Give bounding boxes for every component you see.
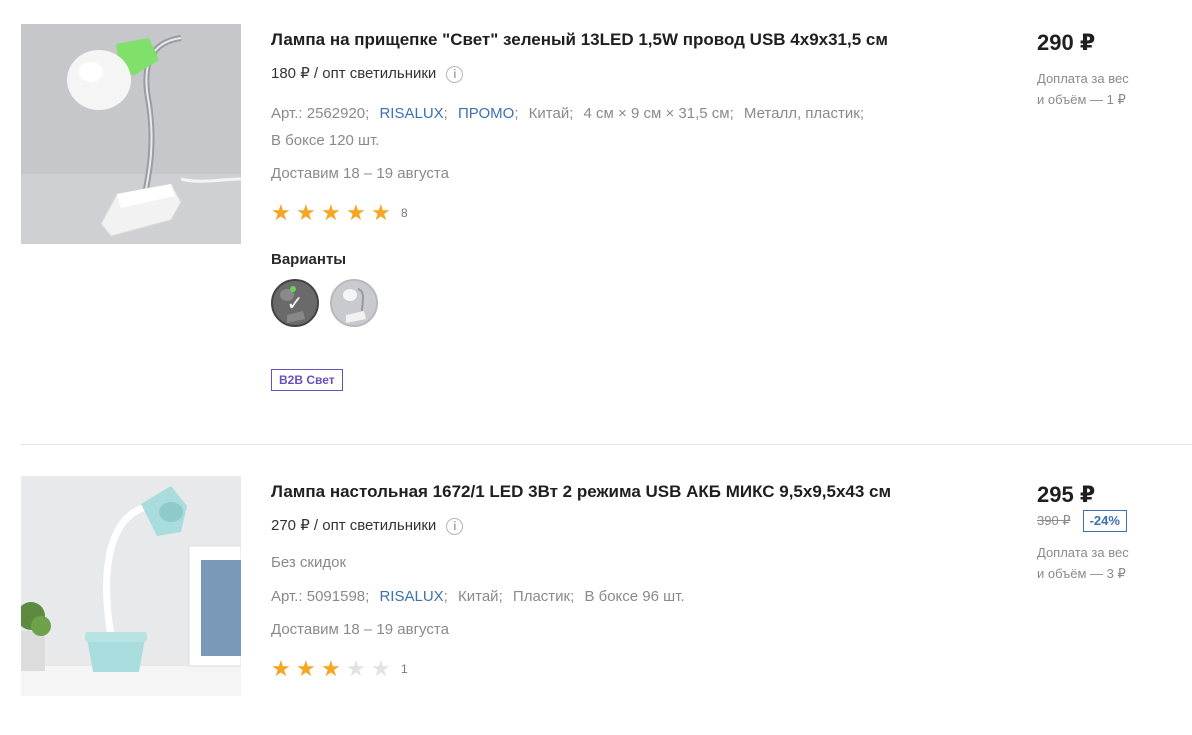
promo-link[interactable]: ПРОМО [458, 105, 514, 122]
box-quantity: В боксе 120 шт. [271, 132, 380, 149]
price-block: 295 ₽ 390 ₽ -24% Доплата за вес и объём … [1037, 476, 1187, 584]
category-badge[interactable]: B2B Свет [271, 369, 343, 391]
product-specs: Арт.: 5091598; RISALUX; Китай; Пластик; … [271, 588, 685, 605]
star-icon: ★ [346, 200, 366, 225]
material: Пластик [512, 588, 571, 605]
brand-link[interactable]: RISALUX [379, 588, 443, 605]
star-icon: ★ [321, 656, 341, 681]
variants-label: Варианты [271, 251, 347, 268]
surcharge-note: Доплата за вес и объём — 1 ₽ [1037, 68, 1187, 110]
old-price: 390 ₽ [1037, 513, 1071, 528]
product-image[interactable] [21, 476, 241, 696]
star-icon: ★ [371, 200, 391, 225]
product-card: Лампа на прищепке "Свет" зеленый 13LED 1… [21, 24, 1192, 444]
price: 290 ₽ [1037, 30, 1096, 55]
surcharge-note: Доплата за вес и объём — 3 ₽ [1037, 542, 1187, 584]
discount-badge: -24% [1082, 510, 1127, 532]
surcharge-line-2: и объём — 3 ₽ [1037, 566, 1126, 581]
variants-list: ✓ [271, 279, 971, 327]
article-number: Арт.: 2562920 [271, 105, 366, 122]
product-specs: Арт.: 2562920; RISALUX; ПРОМО; Китай; 4 … [271, 105, 864, 149]
star-icon: ★ [296, 200, 316, 225]
material: Металл, пластик [743, 105, 860, 122]
star-icon: ★ [321, 200, 341, 225]
surcharge-line-1: Доплата за вес [1037, 71, 1129, 86]
info-circle-icon[interactable]: i [446, 65, 464, 83]
wholesale-price: 270 ₽ / опт светильники i [271, 516, 971, 536]
surcharge-line-1: Доплата за вес [1037, 545, 1129, 560]
price-block: 290 ₽ Доплата за вес и объём — 1 ₽ [1037, 24, 1187, 110]
product-divider [21, 444, 1192, 445]
wholesale-price: 180 ₽ / опт светильники i [271, 64, 971, 84]
country: Китай [528, 105, 570, 122]
brand-link[interactable]: RISALUX [379, 105, 443, 122]
wholesale-price-text: 270 ₽ / опт светильники [271, 517, 437, 534]
rating-count[interactable]: 1 [401, 662, 408, 676]
variant-white[interactable] [330, 279, 378, 327]
country: Китай [458, 588, 499, 605]
star-icon: ★ [296, 656, 316, 681]
product-image[interactable] [21, 24, 241, 244]
product-card: Лампа настольная 1672/1 LED 3Вт 2 режима… [21, 476, 1192, 735]
article-number: Арт.: 5091598 [271, 588, 366, 605]
star-icon: ★ [371, 656, 391, 681]
rating[interactable]: ★ ★ ★ ★ ★ 8 [271, 202, 971, 224]
star-icon: ★ [271, 656, 291, 681]
star-icon: ★ [271, 200, 291, 225]
rating[interactable]: ★ ★ ★ ★ ★ 1 [271, 658, 971, 680]
old-price-row: 390 ₽ -24% [1037, 510, 1187, 532]
product-title[interactable]: Лампа настольная 1672/1 LED 3Вт 2 режима… [271, 482, 971, 502]
star-icon: ★ [346, 656, 366, 681]
checkmark-icon: ✓ [286, 292, 304, 315]
rating-count[interactable]: 8 [401, 206, 408, 220]
surcharge-line-2: и объём — 1 ₽ [1037, 92, 1126, 107]
product-title[interactable]: Лампа на прищепке "Свет" зеленый 13LED 1… [271, 30, 971, 50]
variant-green-selected[interactable]: ✓ [271, 279, 319, 327]
no-discount-label: Без скидок [271, 554, 346, 571]
dimensions: 4 см × 9 см × 31,5 см [583, 105, 730, 122]
wholesale-price-text: 180 ₽ / опт светильники [271, 65, 437, 82]
info-circle-icon[interactable]: i [446, 517, 464, 535]
price: 295 ₽ [1037, 482, 1096, 507]
box-quantity: В боксе 96 шт. [584, 588, 685, 605]
delivery-date: Доставим 18 – 19 августа [271, 621, 449, 638]
delivery-date: Доставим 18 – 19 августа [271, 165, 449, 182]
